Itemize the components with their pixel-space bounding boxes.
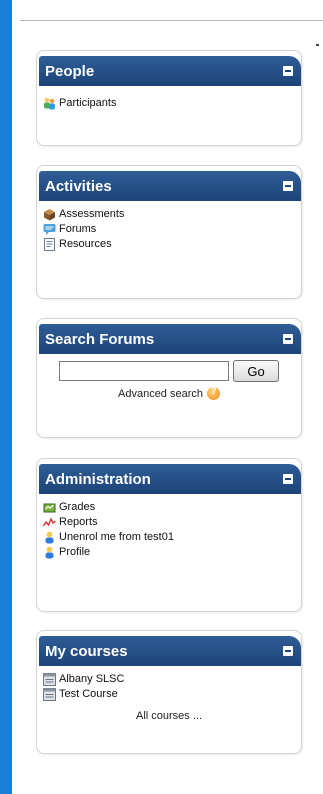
assessments-link[interactable]: Assessments xyxy=(43,207,295,222)
all-courses-link[interactable]: All courses ... xyxy=(43,708,295,724)
advanced-search-link[interactable]: Advanced search xyxy=(118,388,203,400)
forums-link[interactable]: Forums xyxy=(43,222,295,237)
profile-icon xyxy=(45,546,54,559)
stray-mark xyxy=(316,44,319,46)
course-albany-link[interactable]: Albany SLSC xyxy=(43,672,295,687)
collapse-icon[interactable] xyxy=(283,334,293,344)
grades-link[interactable]: Grades xyxy=(43,500,295,515)
participants-link[interactable]: Participants xyxy=(43,96,295,111)
collapse-icon[interactable] xyxy=(283,646,293,656)
collapse-icon[interactable] xyxy=(283,66,293,76)
top-divider xyxy=(20,20,323,21)
search-forums-block: Search Forums Go Advanced search xyxy=(36,318,302,438)
people-block: People Participants xyxy=(36,50,302,146)
participants-label: Participants xyxy=(59,97,117,109)
profile-label: Profile xyxy=(59,546,91,558)
people-block-title: People xyxy=(45,62,95,80)
activities-block-header: Activities xyxy=(39,171,301,201)
people-block-header: People xyxy=(39,56,301,86)
activities-block: Activities Assessments Forums Resources xyxy=(36,165,302,299)
collapse-icon[interactable] xyxy=(283,181,293,191)
profile-link[interactable]: Profile xyxy=(43,545,295,560)
course-test-link[interactable]: Test Course xyxy=(43,687,295,702)
assessments-label: Assessments xyxy=(59,208,125,220)
administration-block-header: Administration xyxy=(39,464,301,494)
unenrol-link[interactable]: Unenrol me from test01 xyxy=(43,530,295,545)
participants-icon xyxy=(44,97,55,110)
reports-icon xyxy=(43,517,56,527)
help-icon[interactable] xyxy=(207,386,220,400)
reports-link[interactable]: Reports xyxy=(43,515,295,530)
unenrol-icon xyxy=(45,531,54,544)
assessments-icon xyxy=(44,209,55,221)
administration-block-title: Administration xyxy=(45,470,151,488)
reports-label: Reports xyxy=(59,516,98,528)
my-courses-block: My courses Albany SLSC Test Course All c… xyxy=(36,630,302,754)
course-test-label: Test Course xyxy=(59,688,118,700)
my-courses-block-title: My courses xyxy=(45,642,128,660)
grades-label: Grades xyxy=(59,501,96,513)
collapse-icon[interactable] xyxy=(283,474,293,484)
my-courses-block-header: My courses xyxy=(39,636,301,666)
course-icon xyxy=(43,688,56,701)
grades-icon xyxy=(43,503,56,513)
left-rail xyxy=(0,0,12,794)
resources-icon xyxy=(44,238,55,251)
resources-label: Resources xyxy=(59,238,112,250)
go-button[interactable]: Go xyxy=(233,360,279,382)
activities-block-title: Activities xyxy=(45,177,112,195)
course-albany-label: Albany SLSC xyxy=(59,673,125,685)
resources-link[interactable]: Resources xyxy=(43,237,295,252)
unenrol-label: Unenrol me from test01 xyxy=(59,531,174,543)
search-forums-block-header: Search Forums xyxy=(39,324,301,354)
search-forums-block-title: Search Forums xyxy=(45,330,155,348)
course-icon xyxy=(43,673,56,686)
forums-label: Forums xyxy=(59,223,97,235)
administration-block: Administration Grades Reports Unenrol me… xyxy=(36,458,302,612)
forums-icon xyxy=(43,224,56,235)
search-input[interactable] xyxy=(59,361,229,381)
